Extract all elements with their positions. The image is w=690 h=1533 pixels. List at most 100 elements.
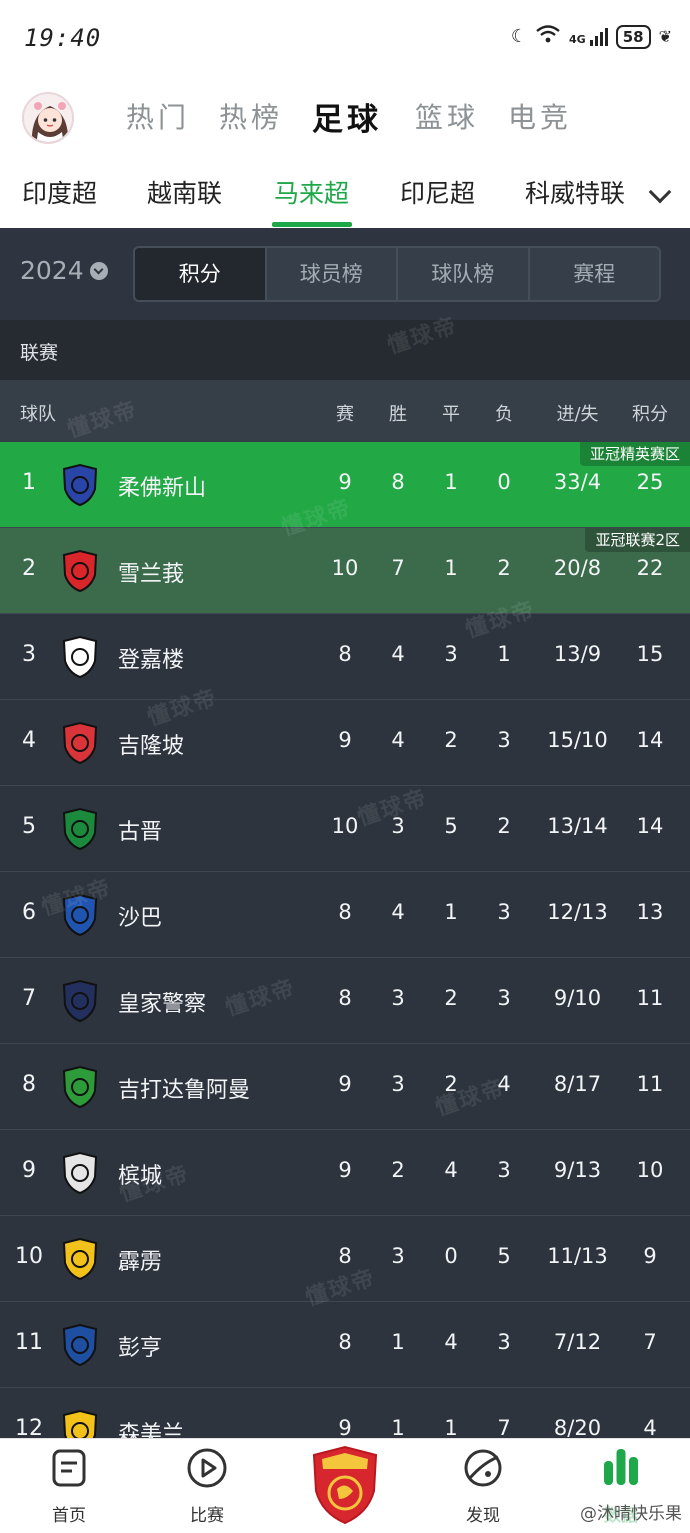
won: 4 <box>391 642 405 666</box>
played: 10 <box>331 814 359 838</box>
season-label: 2024 <box>20 256 84 285</box>
table-row[interactable]: 3 登嘉楼 8 4 3 1 13/9 15 <box>0 614 690 700</box>
rank: 9 <box>22 1158 36 1183</box>
bottom-nav: 首页 比赛 发现 数据 @沐晴快乐果 <box>0 1438 690 1533</box>
planet-icon <box>464 1449 502 1487</box>
league-tab-indonesia[interactable]: 印尼超 <box>400 174 475 210</box>
team-logo-icon <box>62 807 98 851</box>
club-badge-icon <box>312 1445 378 1525</box>
table-row[interactable]: 8 吉打达鲁阿曼 9 3 2 4 8/17 11 <box>0 1044 690 1130</box>
points: 10 <box>636 1158 664 1182</box>
league-tab-vietnam[interactable]: 越南联 <box>147 174 222 210</box>
won: 2 <box>391 1158 405 1182</box>
segment-players[interactable]: 球员榜 <box>264 248 397 300</box>
goals: 13/9 <box>553 642 602 666</box>
tab-football[interactable]: 足球 <box>312 94 382 139</box>
won: 4 <box>391 728 405 752</box>
zone-badge: 亚冠联赛2区 <box>585 528 690 552</box>
drawn: 3 <box>444 642 458 666</box>
network-type: 4G <box>569 32 586 46</box>
table-row[interactable]: 6 沙巴 8 4 1 3 12/13 13 <box>0 872 690 958</box>
won: 1 <box>391 1330 405 1354</box>
points: 4 <box>643 1416 657 1440</box>
status-time: 19:40 <box>24 24 102 52</box>
goals: 13/14 <box>547 814 608 838</box>
lost: 0 <box>497 470 511 494</box>
table-row[interactable]: 5 古晋 10 3 5 2 13/14 14 <box>0 786 690 872</box>
goals: 8/17 <box>553 1072 602 1096</box>
drawn: 5 <box>444 814 458 838</box>
team-logo-icon <box>62 463 98 507</box>
table-row[interactable]: 10 霹雳 8 3 0 5 11/13 9 <box>0 1216 690 1302</box>
played: 9 <box>338 728 352 752</box>
nav-matches[interactable]: 比赛 <box>162 1445 252 1526</box>
table-row[interactable]: 1 柔佛新山 9 8 1 0 33/4 25 亚冠精英赛区 <box>0 442 690 528</box>
rank: 8 <box>22 1072 36 1097</box>
goals: 7/12 <box>553 1330 602 1354</box>
table-row[interactable]: 11 彭亨 8 1 4 3 7/12 7 <box>0 1302 690 1388</box>
leaf-icon: ❦ <box>658 27 672 46</box>
wifi-icon <box>535 24 561 49</box>
team-name: 吉打达鲁阿曼 <box>118 1078 251 1103</box>
played: 10 <box>331 556 359 580</box>
played: 9 <box>338 1072 352 1096</box>
lost: 3 <box>497 1330 511 1354</box>
lost: 2 <box>497 556 511 580</box>
drawn: 1 <box>444 900 458 924</box>
bar-chart-icon <box>604 1449 638 1485</box>
zone-badge: 亚冠精英赛区 <box>579 442 690 466</box>
table-row[interactable]: 4 吉隆坡 9 4 2 3 15/10 14 <box>0 700 690 786</box>
goals: 9/13 <box>553 1158 602 1182</box>
avatar[interactable] <box>22 92 74 144</box>
points: 11 <box>636 1072 664 1096</box>
played: 9 <box>338 470 352 494</box>
rank: 2 <box>22 556 36 581</box>
team-logo-icon <box>62 549 98 593</box>
won: 4 <box>391 900 405 924</box>
nav-club-badge[interactable] <box>300 1441 390 1527</box>
table-row[interactable]: 2 雪兰莪 10 7 1 2 20/8 22 亚冠联赛2区 <box>0 528 690 614</box>
section-header: 联赛 <box>0 320 690 380</box>
drawn: 2 <box>444 1072 458 1096</box>
tab-hot[interactable]: 热门 <box>126 96 190 136</box>
lost: 3 <box>497 900 511 924</box>
goals: 33/4 <box>553 470 602 494</box>
segment-teams[interactable]: 球队榜 <box>396 248 528 300</box>
chevron-down-icon <box>89 261 108 280</box>
league-tab-kuwait[interactable]: 科威特联 <box>525 174 625 210</box>
category-nav: 热门 热榜 足球 篮球 电竞 <box>0 78 690 160</box>
won: 3 <box>391 986 405 1010</box>
points: 13 <box>636 900 664 924</box>
team-logo-icon <box>62 721 98 765</box>
table-header: 球队 赛 胜 平 负 进/失 积分 <box>0 380 690 442</box>
won: 1 <box>391 1416 405 1440</box>
tab-basketball[interactable]: 篮球 <box>415 96 479 136</box>
active-tab-indicator <box>272 222 352 227</box>
team-name: 彭亨 <box>118 1336 163 1361</box>
season-selector[interactable]: 2024 <box>20 256 108 285</box>
team-name: 登嘉楼 <box>118 648 185 673</box>
team-name: 吉隆坡 <box>118 734 185 759</box>
drawn: 4 <box>444 1158 458 1182</box>
league-tab-malaysia[interactable]: 马来超 <box>274 174 349 210</box>
league-nav: 印度超 越南联 马来超 印尼超 科威特联 <box>0 160 690 228</box>
table-row[interactable]: 9 槟城 9 2 4 3 9/13 10 <box>0 1130 690 1216</box>
team-logo-icon <box>62 635 98 679</box>
tab-esports[interactable]: 电竞 <box>508 96 572 136</box>
won: 7 <box>391 556 405 580</box>
stats-segment-control: 积分 球员榜 球队榜 赛程 <box>133 246 661 302</box>
rank: 4 <box>22 728 36 753</box>
nav-home[interactable]: 首页 <box>24 1445 114 1526</box>
league-tab-india[interactable]: 印度超 <box>22 174 97 210</box>
segment-standings[interactable]: 积分 <box>135 248 265 300</box>
segment-schedule[interactable]: 赛程 <box>527 248 660 300</box>
tab-trending[interactable]: 热榜 <box>219 96 283 136</box>
nav-discover[interactable]: 发现 <box>438 1445 528 1526</box>
battery-indicator: 58 <box>615 24 651 49</box>
lost: 3 <box>497 728 511 752</box>
team-logo-icon <box>62 1323 98 1367</box>
played: 8 <box>338 1244 352 1268</box>
won: 8 <box>391 470 405 494</box>
team-name: 古晋 <box>118 820 163 845</box>
table-row[interactable]: 7 皇家警察 8 3 2 3 9/10 11 <box>0 958 690 1044</box>
